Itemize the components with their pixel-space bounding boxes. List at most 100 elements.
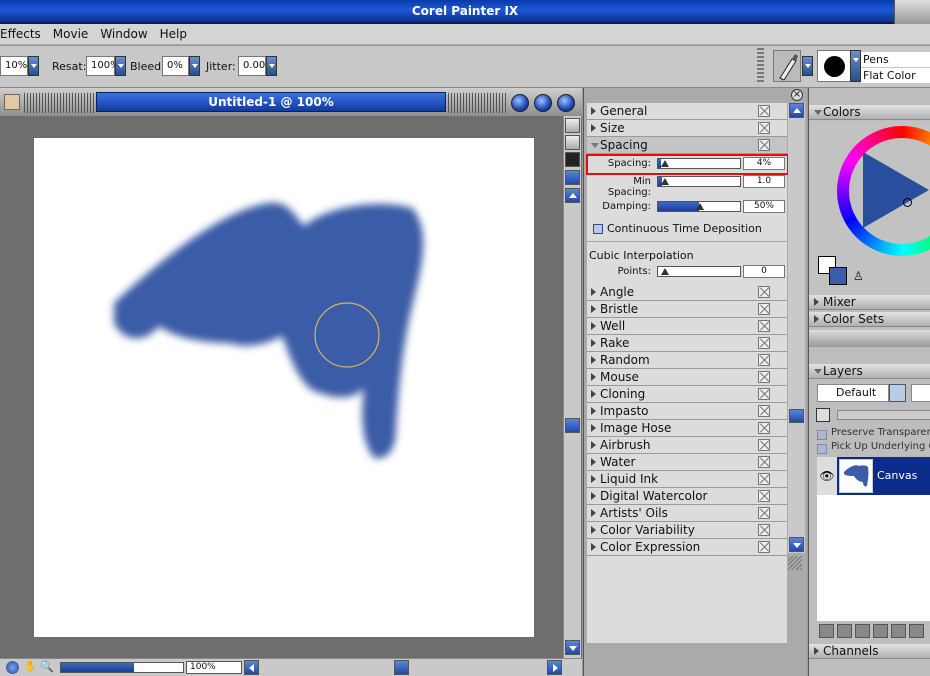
main-color-swatch[interactable] (829, 267, 847, 285)
scroll-down-button[interactable] (789, 537, 804, 552)
section-rake[interactable]: Rake (587, 335, 787, 352)
magnifier-icon[interactable]: 🔍 (40, 660, 54, 673)
color-picker-knob[interactable] (903, 198, 912, 207)
menu-window[interactable]: Window (94, 27, 153, 41)
section-spacing[interactable]: Spacing (587, 137, 787, 154)
bleed-field[interactable]: 0% (162, 56, 189, 76)
section-close-icon[interactable] (758, 371, 770, 383)
layer-adjust-icon[interactable] (819, 624, 834, 638)
section-general[interactable]: General (587, 103, 787, 120)
section-close-icon[interactable] (758, 422, 770, 434)
section-close-icon[interactable] (758, 524, 770, 536)
section-close-icon[interactable] (758, 105, 770, 117)
saturation-triangle[interactable] (863, 152, 929, 228)
brush-category-dropdown[interactable] (802, 56, 813, 76)
continuous-time-checkbox[interactable] (593, 224, 603, 234)
document-title-bar[interactable]: Untitled-1 @ 100% (0, 88, 582, 116)
scroll-right-button[interactable] (547, 660, 562, 675)
view-toggle-icon[interactable] (565, 118, 580, 133)
window-control-button[interactable] (894, 0, 930, 24)
slider-knob[interactable] (661, 178, 669, 185)
jitter-field[interactable]: 0.00 (238, 56, 266, 76)
section-image-hose[interactable]: Image Hose (587, 420, 787, 437)
section-close-icon[interactable] (758, 354, 770, 366)
slider-knob[interactable] (661, 160, 669, 167)
section-artists-oils[interactable]: Artists' Oils (587, 505, 787, 522)
horizontal-scroll-thumb[interactable] (394, 660, 409, 675)
section-size[interactable]: Size (587, 120, 787, 137)
channels-panel-header[interactable]: Channels (809, 644, 930, 659)
menu-effects[interactable]: Effects (0, 27, 47, 41)
brush-variant-dropdown[interactable] (850, 50, 861, 82)
drawing-mode-icon[interactable] (565, 170, 580, 185)
scroll-up-button[interactable] (565, 188, 580, 203)
vertical-scroll-thumb[interactable] (789, 409, 804, 423)
zoom-slider[interactable] (60, 662, 184, 673)
scroll-up-button[interactable] (789, 103, 804, 118)
panel-close-icon[interactable]: × (791, 89, 803, 101)
section-close-icon[interactable] (758, 286, 770, 298)
section-airbrush[interactable]: Airbrush (587, 437, 787, 454)
mixer-panel-header[interactable]: Mixer (809, 295, 930, 310)
resat-spinner[interactable] (115, 56, 126, 76)
section-bristle[interactable]: Bristle (587, 301, 787, 318)
section-digital-watercolor[interactable]: Digital Watercolor (587, 488, 787, 505)
color-clone-icon[interactable]: ♙ (853, 269, 864, 283)
new-liquid-ink-layer-icon[interactable] (891, 624, 906, 638)
section-close-icon[interactable] (758, 507, 770, 519)
section-well[interactable]: Well (587, 318, 787, 335)
menu-movie[interactable]: Movie (47, 27, 95, 41)
eye-icon[interactable]: 👁 (817, 457, 837, 495)
section-close-icon[interactable] (758, 303, 770, 315)
opacity-slider[interactable] (837, 410, 930, 420)
scroll-down-button[interactable] (565, 640, 580, 655)
opacity-spinner[interactable] (28, 56, 39, 76)
opacity-field[interactable]: 10% (0, 56, 28, 76)
dynamic-plugin-icon[interactable] (837, 624, 852, 638)
composite-dropdown-button[interactable] (889, 384, 906, 402)
section-close-icon[interactable] (758, 541, 770, 553)
section-close-icon[interactable] (758, 473, 770, 485)
canvas-paper[interactable] (34, 138, 534, 637)
brush-controls-scrollbar[interactable] (788, 103, 805, 553)
vertical-scroll-thumb[interactable] (565, 418, 580, 433)
new-watercolor-layer-icon[interactable] (873, 624, 888, 638)
section-close-icon[interactable] (758, 122, 770, 134)
section-close-icon[interactable] (758, 388, 770, 400)
scroll-left-button[interactable] (244, 660, 259, 675)
zoom-level[interactable]: 100% (186, 661, 242, 674)
section-close-icon[interactable] (758, 405, 770, 417)
section-color-expression[interactable]: Color Expression (587, 539, 787, 556)
points-slider[interactable] (657, 266, 741, 277)
resize-grip[interactable] (788, 556, 802, 570)
damping-slider[interactable] (657, 201, 741, 212)
hue-ring[interactable] (837, 126, 930, 256)
section-close-icon[interactable] (758, 439, 770, 451)
min-spacing-value[interactable]: 1.0 (743, 175, 785, 188)
delete-layer-icon[interactable] (909, 624, 924, 638)
bleed-spinner[interactable] (189, 56, 200, 76)
section-random[interactable]: Random (587, 352, 787, 369)
menu-help[interactable]: Help (154, 27, 193, 41)
resat-field[interactable]: 100% (86, 56, 120, 76)
toolbar-grip[interactable] (757, 48, 764, 84)
minimize-button[interactable] (511, 94, 529, 112)
preserve-transparency-checkbox[interactable] (817, 430, 827, 440)
layers-panel-header[interactable]: Layers (809, 364, 930, 379)
document-horizontal-scrollbar[interactable] (244, 660, 564, 676)
points-value[interactable]: 0 (743, 265, 785, 278)
section-angle[interactable]: Angle (587, 284, 787, 301)
tracing-paper-icon[interactable] (565, 152, 580, 167)
layer-row-canvas[interactable]: 👁 Canvas (817, 457, 930, 495)
new-layer-icon[interactable] (855, 624, 870, 638)
slider-knob[interactable] (661, 268, 669, 275)
pen-brush-icon[interactable] (773, 50, 801, 82)
colors-panel-header[interactable]: Colors (809, 105, 930, 120)
document-vertical-scrollbar[interactable] (563, 116, 581, 662)
color-sets-panel-header[interactable]: Color Sets (809, 312, 930, 327)
brush-dab-icon[interactable] (817, 50, 851, 82)
section-liquid-ink[interactable]: Liquid Ink (587, 471, 787, 488)
pickup-color-checkbox[interactable] (817, 444, 827, 454)
section-mouse[interactable]: Mouse (587, 369, 787, 386)
navigator-icon[interactable] (6, 661, 19, 674)
